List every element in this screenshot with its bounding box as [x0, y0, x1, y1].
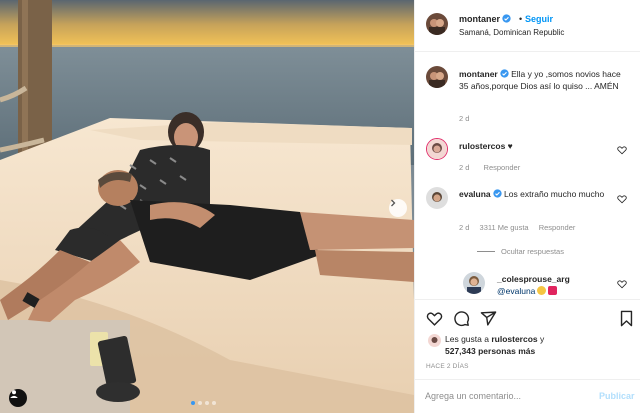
reply-text: @evaluna — [497, 286, 558, 296]
comment-username[interactable]: evaluna — [459, 189, 491, 199]
share-icon[interactable] — [480, 310, 497, 327]
verified-badge-icon — [500, 69, 509, 78]
hide-replies-label: Ocultar respuestas — [501, 247, 564, 256]
likes-connector: y — [540, 334, 545, 344]
reply-button[interactable]: Responder — [539, 223, 576, 232]
avatar[interactable] — [426, 138, 448, 160]
photo-illustration — [0, 0, 414, 413]
reply-button[interactable]: Responder — [484, 163, 521, 172]
comment-meta: 2 d 3311 Me gusta Responder — [459, 223, 583, 232]
separator-dot: • — [519, 14, 523, 24]
carousel-dot — [205, 401, 209, 405]
likes-count-link[interactable]: 527,343 personas más — [445, 346, 535, 356]
carousel-dot — [212, 401, 216, 405]
comment-time: 2 d — [459, 223, 470, 232]
comment-username[interactable]: rulostercos — [459, 141, 505, 151]
post-caption: montaner Ella y yo ,somos novios hace 35… — [459, 68, 624, 92]
comment-body: rulostercos ♥ — [459, 141, 513, 151]
comment-meta: 2 d Responder — [459, 163, 532, 172]
heart-icon[interactable] — [617, 145, 627, 155]
heart-icon[interactable] — [617, 279, 627, 289]
comment-input[interactable] — [425, 391, 585, 401]
avatar[interactable] — [428, 334, 441, 347]
avatar[interactable] — [426, 187, 448, 209]
carousel-indicator — [191, 401, 216, 405]
post-side-panel: montaner • Seguir Samaná, Dominican Repu… — [414, 0, 640, 413]
post-timestamp[interactable]: HACE 2 DÍAS — [426, 363, 469, 370]
reply-username[interactable]: _colesprouse_arg — [497, 274, 570, 284]
publish-button[interactable]: Publicar — [599, 391, 635, 401]
mention-link[interactable]: @evaluna — [497, 286, 535, 296]
comment-time: 2 d — [459, 163, 470, 172]
follow-button[interactable]: Seguir — [525, 14, 553, 24]
username-text: montaner — [459, 14, 501, 24]
carousel-dot — [191, 401, 195, 405]
save-icon[interactable] — [618, 310, 635, 327]
user-tag-icon — [10, 390, 18, 398]
post-location[interactable]: Samaná, Dominican Republic — [459, 28, 564, 37]
post-photo[interactable] — [0, 0, 414, 413]
comment-icon[interactable] — [453, 310, 470, 327]
smile-emoji-icon — [537, 286, 547, 295]
likes-summary: Les gusta a rulostercos y 527,343 person… — [445, 333, 544, 357]
likes-prefix: Les gusta a — [445, 334, 489, 344]
add-comment-bar: Publicar — [415, 379, 640, 413]
heart-emoji-icon — [548, 286, 558, 295]
likes-user-link[interactable]: rulostercos — [491, 334, 537, 344]
hide-replies-button[interactable]: Ocultar respuestas — [477, 247, 564, 256]
comment-text: ♥ — [507, 141, 513, 151]
post-header: montaner • Seguir Samaná, Dominican Repu… — [415, 0, 640, 52]
post-actions: Les gusta a rulostercos y 527,343 person… — [415, 299, 640, 413]
comment-likes[interactable]: 3311 Me gusta — [480, 223, 529, 232]
tagged-users-button[interactable] — [9, 389, 27, 407]
heart-icon[interactable] — [617, 194, 627, 204]
comment-body: evaluna Los extraño mucho mucho — [459, 188, 609, 201]
caption-username[interactable]: montaner — [459, 69, 498, 79]
avatar[interactable] — [426, 66, 448, 88]
verified-badge-icon — [493, 189, 502, 198]
carousel-dot — [198, 401, 202, 405]
caption-time: 2 d — [459, 114, 470, 123]
comment-text: Los extraño mucho mucho — [504, 189, 605, 199]
avatar[interactable] — [463, 272, 485, 294]
next-photo-button[interactable] — [389, 199, 407, 217]
divider-line — [477, 251, 495, 252]
post-username[interactable]: montaner — [459, 14, 511, 24]
avatar[interactable] — [426, 13, 448, 35]
verified-badge-icon — [502, 14, 511, 23]
heart-icon[interactable] — [426, 310, 443, 327]
chevron-right-icon — [391, 199, 396, 207]
